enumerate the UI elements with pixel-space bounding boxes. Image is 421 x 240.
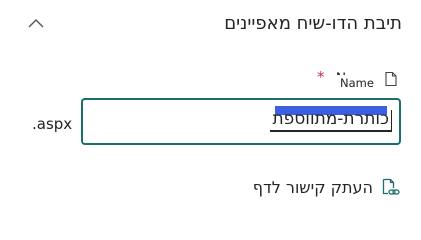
page-title: תיבת הדו-שיח מאפיינים [224,13,402,34]
copy-page-link-button[interactable]: העתק קישור לדף [253,174,401,200]
chevron-up-icon [28,13,44,32]
required-marker: * [317,68,325,86]
copy-link-icon [381,176,401,198]
copy-link-label: העתק קישור לדף [252,177,373,197]
collapse-button[interactable] [26,12,46,32]
document-icon [383,71,399,87]
page-name-value: כותרת-מתווספת [270,108,391,132]
file-extension-suffix: .aspx [32,115,73,133]
text-caret [391,110,392,132]
name-tooltip: Name [336,75,378,91]
page-name-input[interactable]: כותרת-מתווספת [81,98,401,145]
